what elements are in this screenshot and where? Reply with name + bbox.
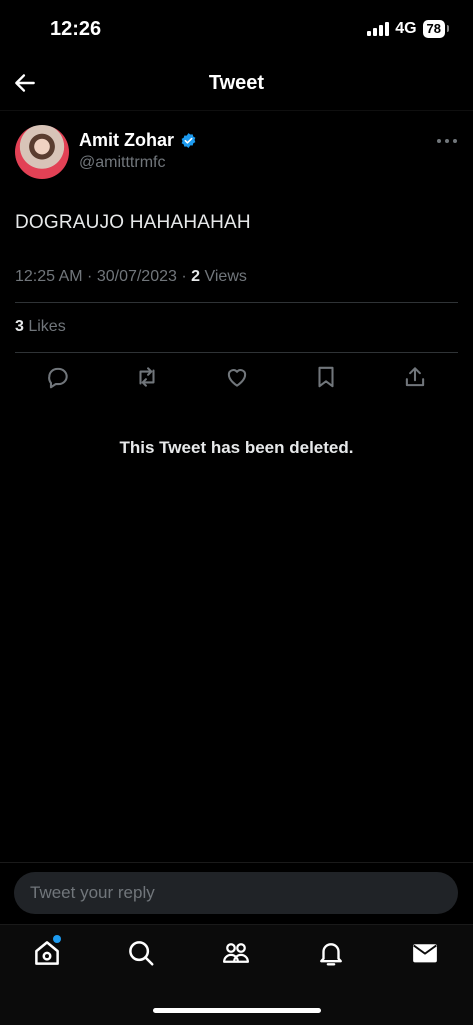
battery-indicator: 78 bbox=[422, 20, 450, 38]
author-name[interactable]: Amit Zohar bbox=[79, 130, 174, 151]
status-time: 12:26 bbox=[50, 18, 102, 40]
home-indicator bbox=[153, 1008, 321, 1013]
like-icon[interactable] bbox=[224, 364, 250, 390]
divider bbox=[15, 302, 458, 303]
tweet-timestamp: 12:25 AM · 30/07/2023 · bbox=[15, 268, 192, 285]
notifications-icon[interactable] bbox=[316, 938, 346, 968]
signal-icon bbox=[367, 22, 390, 36]
likes-count: 3 bbox=[15, 318, 24, 335]
divider bbox=[15, 352, 458, 353]
retweet-icon[interactable] bbox=[134, 364, 160, 390]
reply-input[interactable]: Tweet your reply bbox=[14, 872, 458, 914]
likes-summary[interactable]: 3 Likes bbox=[15, 318, 66, 336]
reply-divider bbox=[0, 862, 473, 863]
more-options-icon[interactable] bbox=[436, 136, 458, 146]
share-icon[interactable] bbox=[402, 364, 428, 390]
notification-dot bbox=[53, 935, 61, 943]
messages-icon[interactable] bbox=[410, 938, 440, 968]
header-divider bbox=[0, 110, 473, 111]
tweet-meta: 12:25 AM · 30/07/2023 · 2 Views bbox=[15, 268, 247, 286]
author-handle[interactable]: @amitttrmfc bbox=[79, 154, 165, 172]
views-count: 2 bbox=[191, 268, 201, 285]
tweet-text: DOGRAUJO HAHAHAHAH bbox=[15, 212, 251, 233]
search-icon[interactable] bbox=[126, 938, 156, 968]
bookmark-icon[interactable] bbox=[313, 364, 339, 390]
views-label: Views bbox=[200, 268, 247, 285]
author-row[interactable]: Amit Zohar bbox=[79, 130, 197, 151]
deleted-tweet-notice: This Tweet has been deleted. bbox=[119, 438, 354, 457]
status-indicators: 4G 78 bbox=[367, 20, 450, 38]
communities-icon[interactable] bbox=[221, 938, 251, 968]
verified-badge-icon bbox=[181, 133, 196, 148]
page-title: Tweet bbox=[208, 72, 265, 94]
reply-icon[interactable] bbox=[45, 364, 71, 390]
tweet-actions bbox=[15, 364, 458, 394]
avatar[interactable] bbox=[15, 125, 69, 179]
network-type: 4G bbox=[395, 20, 417, 37]
likes-label: Likes bbox=[23, 318, 66, 335]
